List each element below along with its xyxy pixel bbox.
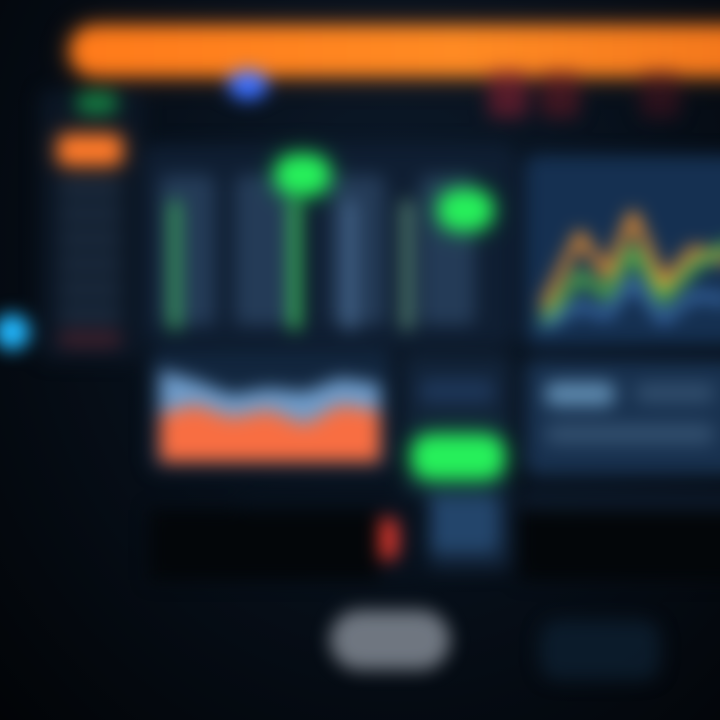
bottom-widget[interactable] bbox=[330, 610, 450, 670]
bottom-strip bbox=[520, 510, 720, 580]
header-status-icon-red-2 bbox=[540, 70, 580, 118]
metric-strip bbox=[170, 200, 180, 330]
area-chart-panel bbox=[150, 350, 390, 470]
line-chart-panel bbox=[525, 155, 720, 345]
summary-icon bbox=[545, 382, 615, 406]
area-chart bbox=[150, 350, 390, 470]
bottom-accent-card bbox=[540, 620, 660, 680]
summary-panel bbox=[525, 360, 720, 475]
line-chart bbox=[525, 155, 720, 345]
sidebar-logo-icon bbox=[76, 92, 118, 114]
action-label bbox=[419, 379, 495, 403]
confirm-button[interactable] bbox=[412, 435, 504, 479]
blurred-dashboard bbox=[0, 0, 720, 720]
summary-value bbox=[545, 424, 715, 444]
sidebar-item[interactable] bbox=[58, 230, 122, 248]
metric-strip bbox=[290, 200, 300, 330]
positive-status-badge bbox=[438, 190, 493, 230]
sidebar-item[interactable] bbox=[58, 280, 122, 298]
metric-column bbox=[330, 175, 385, 325]
bottom-strip bbox=[150, 510, 380, 580]
sidebar-item[interactable] bbox=[58, 205, 122, 223]
cyan-dot-icon[interactable] bbox=[0, 314, 30, 350]
metric-strip bbox=[402, 200, 412, 330]
top-header-bar bbox=[70, 26, 720, 76]
metric-column bbox=[160, 175, 215, 325]
header-status-icon-red bbox=[488, 70, 528, 118]
summary-label bbox=[635, 384, 715, 402]
sidebar-item-active[interactable] bbox=[58, 135, 122, 165]
header-status-icon[interactable] bbox=[228, 70, 268, 100]
metric-column bbox=[235, 175, 290, 325]
app-screen bbox=[0, 0, 720, 720]
metric-strip bbox=[345, 200, 355, 330]
sidebar-item[interactable] bbox=[58, 305, 122, 323]
sidebar-item[interactable] bbox=[58, 255, 122, 273]
header-status-icon-red-3 bbox=[640, 70, 680, 118]
positive-status-badge bbox=[275, 155, 330, 195]
sidebar-item[interactable] bbox=[58, 330, 122, 348]
sidebar-item[interactable] bbox=[58, 180, 122, 198]
